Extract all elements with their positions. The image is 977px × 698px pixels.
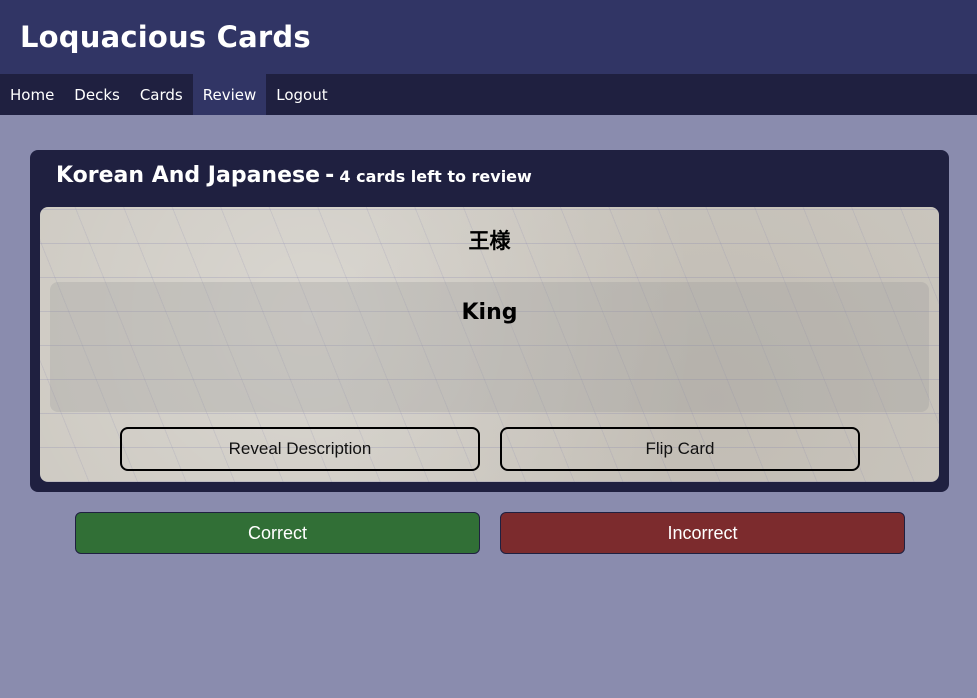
- flashcard: 王様 King Reveal Description Flip Card: [40, 207, 939, 482]
- review-heading: Korean And Japanese - 4 cards left to re…: [56, 163, 532, 188]
- app-title: Loquacious Cards: [20, 20, 311, 54]
- main-nav: Home Decks Cards Review Logout: [0, 74, 977, 115]
- review-panel: Korean And Japanese - 4 cards left to re…: [30, 150, 949, 492]
- deck-name: Korean And Japanese: [56, 163, 321, 188]
- cards-left-count: 4 cards left to review: [339, 167, 532, 186]
- card-back-panel: King: [50, 282, 929, 412]
- nav-item-decks[interactable]: Decks: [64, 74, 130, 115]
- correct-button[interactable]: Correct: [75, 512, 480, 554]
- app-header: Loquacious Cards: [0, 0, 977, 74]
- reveal-description-button[interactable]: Reveal Description: [120, 427, 480, 471]
- flip-card-button[interactable]: Flip Card: [500, 427, 860, 471]
- nav-item-review[interactable]: Review: [192, 74, 267, 115]
- card-back-text: King: [461, 300, 518, 325]
- nav-item-cards[interactable]: Cards: [130, 74, 193, 115]
- incorrect-button[interactable]: Incorrect: [500, 512, 905, 554]
- nav-item-logout[interactable]: Logout: [266, 74, 337, 115]
- nav-item-home[interactable]: Home: [0, 74, 64, 115]
- card-front-text: 王様: [468, 229, 511, 253]
- heading-separator: -: [325, 163, 335, 188]
